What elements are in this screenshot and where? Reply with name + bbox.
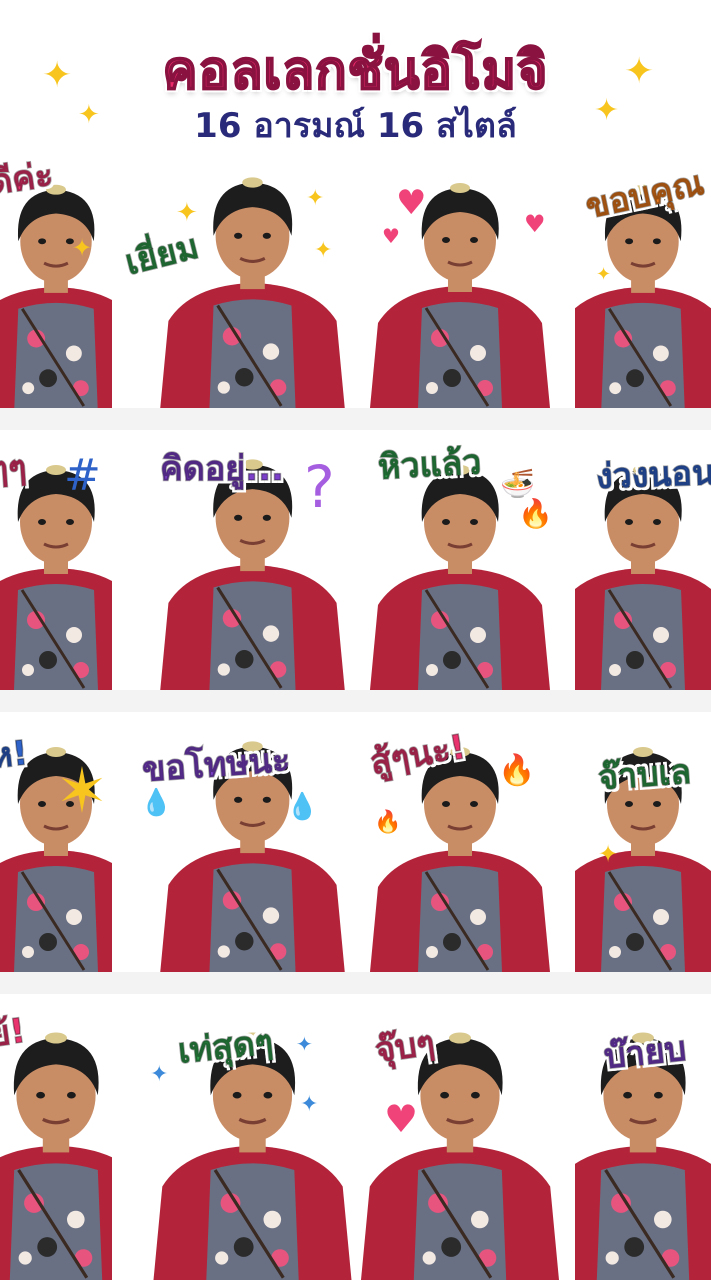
row-divider: [0, 972, 711, 994]
sticker-caption: ง่วงนอน: [595, 452, 711, 498]
sparkle-icon: ✦: [598, 840, 619, 868]
bowl-icon: 🍜: [500, 467, 535, 500]
hash-icon: #: [64, 450, 101, 501]
row-divider: [0, 690, 711, 712]
sticker-3[interactable]: [360, 150, 560, 408]
heart-icon: ♥: [396, 183, 427, 223]
sparkle-icon: ✦: [300, 1092, 319, 1117]
sticker-caption: จ๊าบเล: [596, 751, 693, 799]
question-icon: ?: [304, 453, 335, 521]
sparkle-icon: ✦: [594, 93, 620, 128]
sparkle-icon: ✦: [42, 55, 73, 96]
sparkle-icon: ✦: [78, 100, 100, 130]
sparkle-icon: ✦: [72, 234, 93, 262]
sticker-caption: คิดอยู่...: [159, 449, 284, 489]
row-divider: [0, 408, 711, 430]
person-figure: [575, 747, 711, 972]
burst-icon: ✶: [56, 754, 108, 827]
sparkle-icon: ✦: [150, 1062, 169, 1087]
sticker-caption: ห!: [0, 732, 31, 777]
sticker-caption: เท่สุดๆ: [175, 1021, 275, 1072]
fire-icon: 🔥: [374, 810, 402, 835]
heart-icon: ♥: [382, 224, 400, 248]
sticker-caption: ย้!: [0, 1010, 29, 1056]
drop-icon: 💧: [286, 792, 319, 822]
sparkle-icon: ✦: [306, 186, 325, 211]
sticker-caption: ขอโทษนะ: [140, 739, 292, 791]
sticker-caption: ๆๆ: [0, 447, 29, 491]
person-figure: [370, 183, 550, 408]
heart-icon: ♥: [384, 1097, 419, 1141]
sparkle-icon: ✦: [296, 1032, 313, 1056]
sparkle-icon: ✦: [624, 51, 655, 92]
fire-icon: 🔥: [498, 753, 536, 788]
sparkle-icon: ✦: [314, 238, 333, 263]
sticker-caption: บ๊ายบ: [601, 1028, 689, 1078]
heart-icon: ♥: [524, 210, 546, 238]
sparkle-icon: ✦: [176, 198, 198, 228]
sticker-caption: หิวแล้ว: [376, 442, 483, 489]
sticker-12[interactable]: [575, 712, 711, 972]
sticker-caption: ดีค่ะ: [0, 154, 56, 204]
drop-icon: 💧: [140, 788, 173, 818]
fire-icon: 🔥: [518, 497, 553, 530]
sparkle-icon: ✦: [596, 264, 612, 285]
header: คอลเลกชั่นอิโมจิ 16 อารมณ์ 16 สไตล์ ✦ ✦ …: [0, 0, 711, 150]
sticker-caption: จุ๊บๆ: [372, 1022, 438, 1071]
